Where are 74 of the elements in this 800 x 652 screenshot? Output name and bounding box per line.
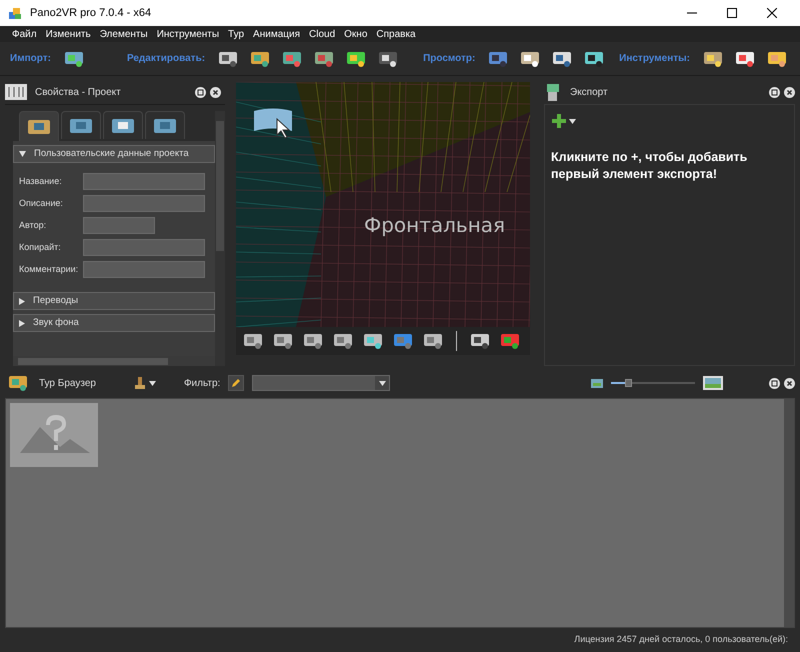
menu-item[interactable]: Файл (12, 26, 37, 42)
text-field[interactable] (83, 195, 205, 212)
face-label: Фронтальная (364, 212, 506, 239)
menu-item[interactable]: Окно (344, 26, 368, 42)
section-title: Пользовательские данные проекта (34, 146, 189, 161)
field-label: Название: (19, 174, 63, 188)
menu-item[interactable]: Изменить (46, 26, 91, 42)
field-label: Описание: (19, 196, 64, 210)
float-icon[interactable] (769, 378, 780, 388)
image-icon (112, 118, 134, 132)
section-title: Звук фона (33, 316, 79, 330)
menu-item[interactable]: Анимация (253, 26, 300, 42)
plus-icon (551, 113, 567, 129)
section-header[interactable]: Звук фона (13, 314, 215, 332)
section-header[interactable]: Переводы (13, 292, 215, 310)
section-title: Переводы (33, 294, 78, 308)
field-label: Копирайт: (19, 240, 62, 254)
expanded-triangle-icon (19, 151, 26, 157)
toolbar-group-label: Редактировать: (126, 52, 206, 66)
window-title: Pano2VR pro 7.0.4 - x64 (30, 6, 152, 21)
app-logo-icon (8, 6, 22, 20)
menu-item[interactable]: Элементы (100, 26, 148, 42)
add-export-button[interactable] (551, 113, 576, 129)
zoom-slider[interactable] (611, 379, 695, 387)
vertical-scrollbar[interactable] (784, 399, 794, 627)
float-icon[interactable] (769, 86, 780, 98)
text-field[interactable] (83, 261, 205, 278)
panel-title: Тур Браузер (39, 376, 96, 390)
panorama-viewer[interactable]: Фронтальная (236, 82, 530, 327)
caret-icon (148, 380, 156, 386)
maximize-icon[interactable] (727, 8, 737, 18)
close-icon[interactable] (210, 86, 221, 98)
toolbar-group-label: Инструменты: (619, 52, 690, 66)
section-header[interactable]: Пользовательские данные проекта (13, 145, 215, 163)
small-image-icon (591, 378, 603, 388)
image-icon (70, 118, 92, 132)
stamp-dropdown-button[interactable] (134, 376, 156, 390)
collapsed-triangle-icon (19, 298, 25, 304)
close-icon[interactable] (784, 86, 795, 98)
menu-item[interactable]: Справка (376, 26, 416, 42)
panorama-cursor-icon (253, 107, 295, 139)
text-field[interactable] (83, 173, 205, 190)
tab[interactable] (61, 111, 101, 139)
field-label: Комментарии: (19, 262, 80, 276)
pencil-button[interactable] (228, 375, 244, 391)
tab[interactable] (103, 111, 143, 139)
pencil-icon (231, 378, 242, 388)
caret-icon (569, 118, 576, 124)
status-text: Лицензия 2457 дней осталось, 0 пользователь(ей): (574, 633, 788, 646)
menu-item[interactable]: Тур (228, 26, 244, 42)
export-hint: Кликните по +, чтобы добавить первый элемент экспорта! (551, 149, 748, 183)
stamp-icon (134, 376, 146, 390)
menu-item[interactable]: Cloud (309, 26, 336, 42)
panel-title: Свойства - Проект (35, 86, 122, 100)
vertical-scrollbar[interactable] (215, 111, 225, 366)
panel-title: Экспорт (570, 86, 609, 100)
close-icon[interactable] (767, 8, 777, 18)
dropdown-arrow-icon (378, 380, 386, 386)
image-thumbnail[interactable] (10, 403, 98, 467)
text-field[interactable] (83, 239, 205, 256)
field-label: Автор: (19, 218, 48, 232)
horizontal-scrollbar[interactable] (13, 356, 215, 366)
large-image-icon (703, 376, 723, 390)
menu-item[interactable]: Инструменты (156, 26, 220, 42)
filter-label: Фильтр: (184, 376, 220, 390)
float-icon[interactable] (195, 86, 206, 98)
text-field[interactable] (83, 217, 155, 234)
close-icon[interactable] (784, 378, 795, 388)
toolbar-group-label: Импорт: (10, 52, 51, 66)
image-icon (28, 120, 50, 134)
tab[interactable] (145, 111, 185, 139)
image-icon (154, 118, 176, 132)
toolbar-group-label: Просмотр: (423, 52, 476, 66)
collapsed-triangle-icon (19, 320, 25, 326)
